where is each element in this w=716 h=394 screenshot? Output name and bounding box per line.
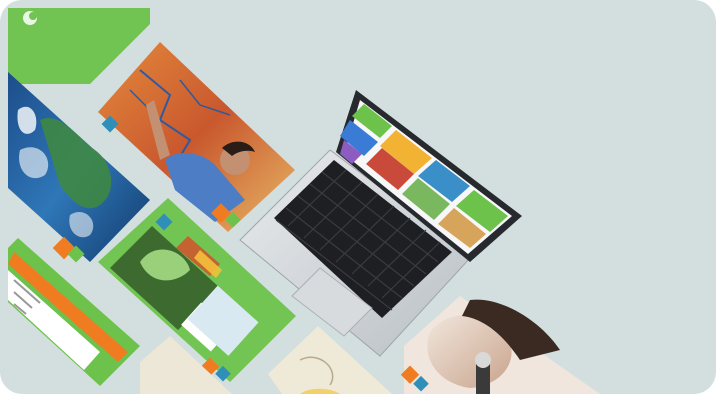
microscope-card <box>400 296 600 394</box>
green-card-top-left <box>8 8 150 84</box>
promo-illustration <box>8 8 600 394</box>
scene-frame <box>0 0 716 394</box>
